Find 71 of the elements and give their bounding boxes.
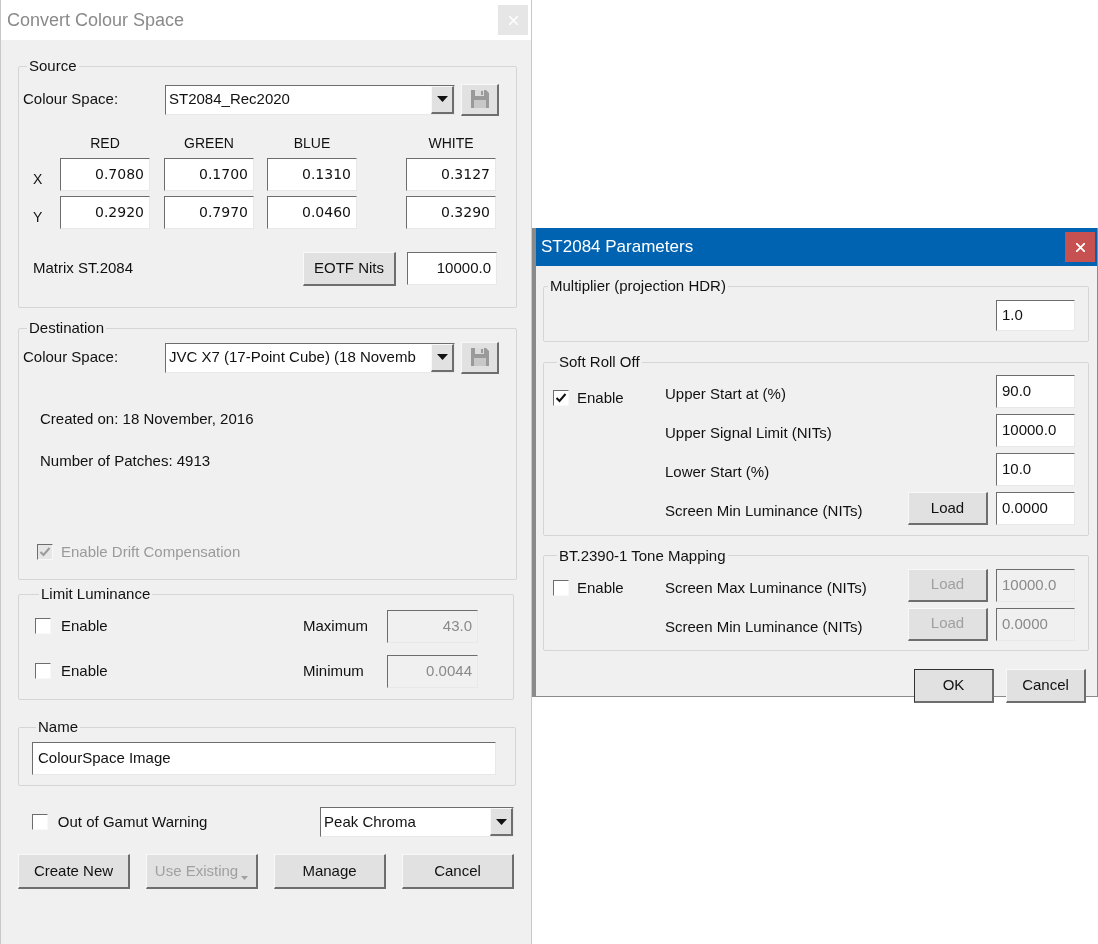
dropdown-value: ST2084_Rec2020	[168, 89, 291, 110]
number-field[interactable]: 0.0000	[996, 492, 1075, 525]
button[interactable]: Cancel	[1006, 669, 1086, 703]
save-button[interactable]	[461, 341, 499, 374]
group-title: Multiplier (projection HDR)	[549, 276, 727, 296]
dropdown[interactable]: JVC X7 (17-Point Cube) (18 Novemb	[165, 342, 455, 373]
group-title: Name	[37, 717, 79, 737]
matrix-label: Matrix ST.2084	[33, 258, 135, 279]
field-label: Screen Min Luminance (NITs)	[665, 501, 864, 522]
button[interactable]: Load	[908, 492, 988, 525]
field-label: Upper Start at (%)	[665, 384, 787, 405]
number-field[interactable]: 0.2920	[60, 195, 150, 229]
number-field[interactable]: 90.0	[996, 375, 1075, 408]
number-field[interactable]: 0.7970	[164, 195, 254, 229]
checkbox-label: Enable Drift Compensation	[61, 541, 241, 562]
close-icon	[508, 15, 518, 25]
checkbox[interactable]	[553, 389, 569, 406]
row-label: Y	[32, 207, 44, 227]
info-text: Number of Patches: 4913	[40, 451, 212, 471]
number-field[interactable]: 10000.0	[407, 252, 497, 285]
window-title: ST2084 Parameters	[541, 236, 694, 259]
checkbox-label: Enable	[61, 615, 109, 636]
button[interactable]: EOTF Nits	[303, 251, 396, 286]
row-label: X	[32, 169, 44, 189]
column-header: WHITE	[427, 134, 475, 153]
number-field[interactable]: 1.0	[996, 299, 1075, 331]
field-label: Upper Signal Limit (NITs)	[665, 423, 833, 444]
checkbox-label: Enable	[577, 387, 624, 408]
field-label: Colour Space:	[23, 89, 120, 110]
number-field[interactable]: 0.1700	[164, 157, 254, 191]
checkbox-label: Enable	[61, 660, 109, 681]
window-title: Convert Colour Space	[7, 8, 185, 32]
group-title: BT.2390-1 Tone Mapping	[558, 545, 727, 566]
field-label: Minimum	[303, 660, 365, 681]
number-field[interactable]: 0.7080	[60, 157, 150, 191]
group-title: Soft Roll Off	[558, 352, 641, 372]
button[interactable]: Create New	[18, 854, 130, 889]
checkbox-label: Out of Gamut Warning	[57, 811, 209, 832]
group-title: Destination	[28, 318, 106, 338]
button[interactable]: Manage	[274, 854, 386, 889]
group-title: Source	[28, 56, 78, 76]
dropdown[interactable]: Peak Chroma	[320, 807, 514, 837]
field-label: Colour Space:	[23, 347, 120, 368]
number-field[interactable]: 0.0460	[267, 195, 357, 229]
dropdown[interactable]: ST2084_Rec2020	[165, 84, 455, 115]
number-field[interactable]: 10000.0	[996, 414, 1075, 447]
field-label: Screen Min Luminance (NITs)	[665, 616, 864, 637]
number-field[interactable]: 0.3127	[406, 157, 496, 191]
checkbox[interactable]	[553, 580, 569, 597]
column-header: RED	[89, 134, 121, 153]
close-button[interactable]	[1065, 232, 1095, 262]
checkbox[interactable]	[31, 814, 48, 830]
field-label: Lower Start (%)	[665, 462, 771, 483]
group-title: Limit Luminance	[40, 584, 152, 604]
info-text: Created on: 18 November, 2016	[40, 408, 255, 429]
dropdown-value: Peak Chroma	[323, 811, 417, 832]
number-field[interactable]: 0.1310	[267, 157, 357, 191]
number-field[interactable]: 10.0	[996, 453, 1075, 486]
column-header: BLUE	[292, 134, 332, 153]
number-field[interactable]: 0.3290	[406, 195, 496, 229]
text-field[interactable]: ColourSpace Image	[32, 741, 496, 775]
caret-icon	[241, 876, 249, 880]
button[interactable]: OK	[914, 669, 994, 703]
save-button[interactable]	[461, 83, 499, 116]
field-label: Maximum	[303, 615, 369, 636]
checkbox-label: Enable	[577, 578, 624, 598]
close-icon	[1075, 242, 1085, 252]
column-header: GREEN	[183, 134, 235, 153]
field-label: Screen Max Luminance (NITs)	[665, 577, 868, 598]
dropdown-value: JVC X7 (17-Point Cube) (18 Novemb	[168, 347, 417, 368]
button[interactable]: Cancel	[402, 854, 514, 889]
